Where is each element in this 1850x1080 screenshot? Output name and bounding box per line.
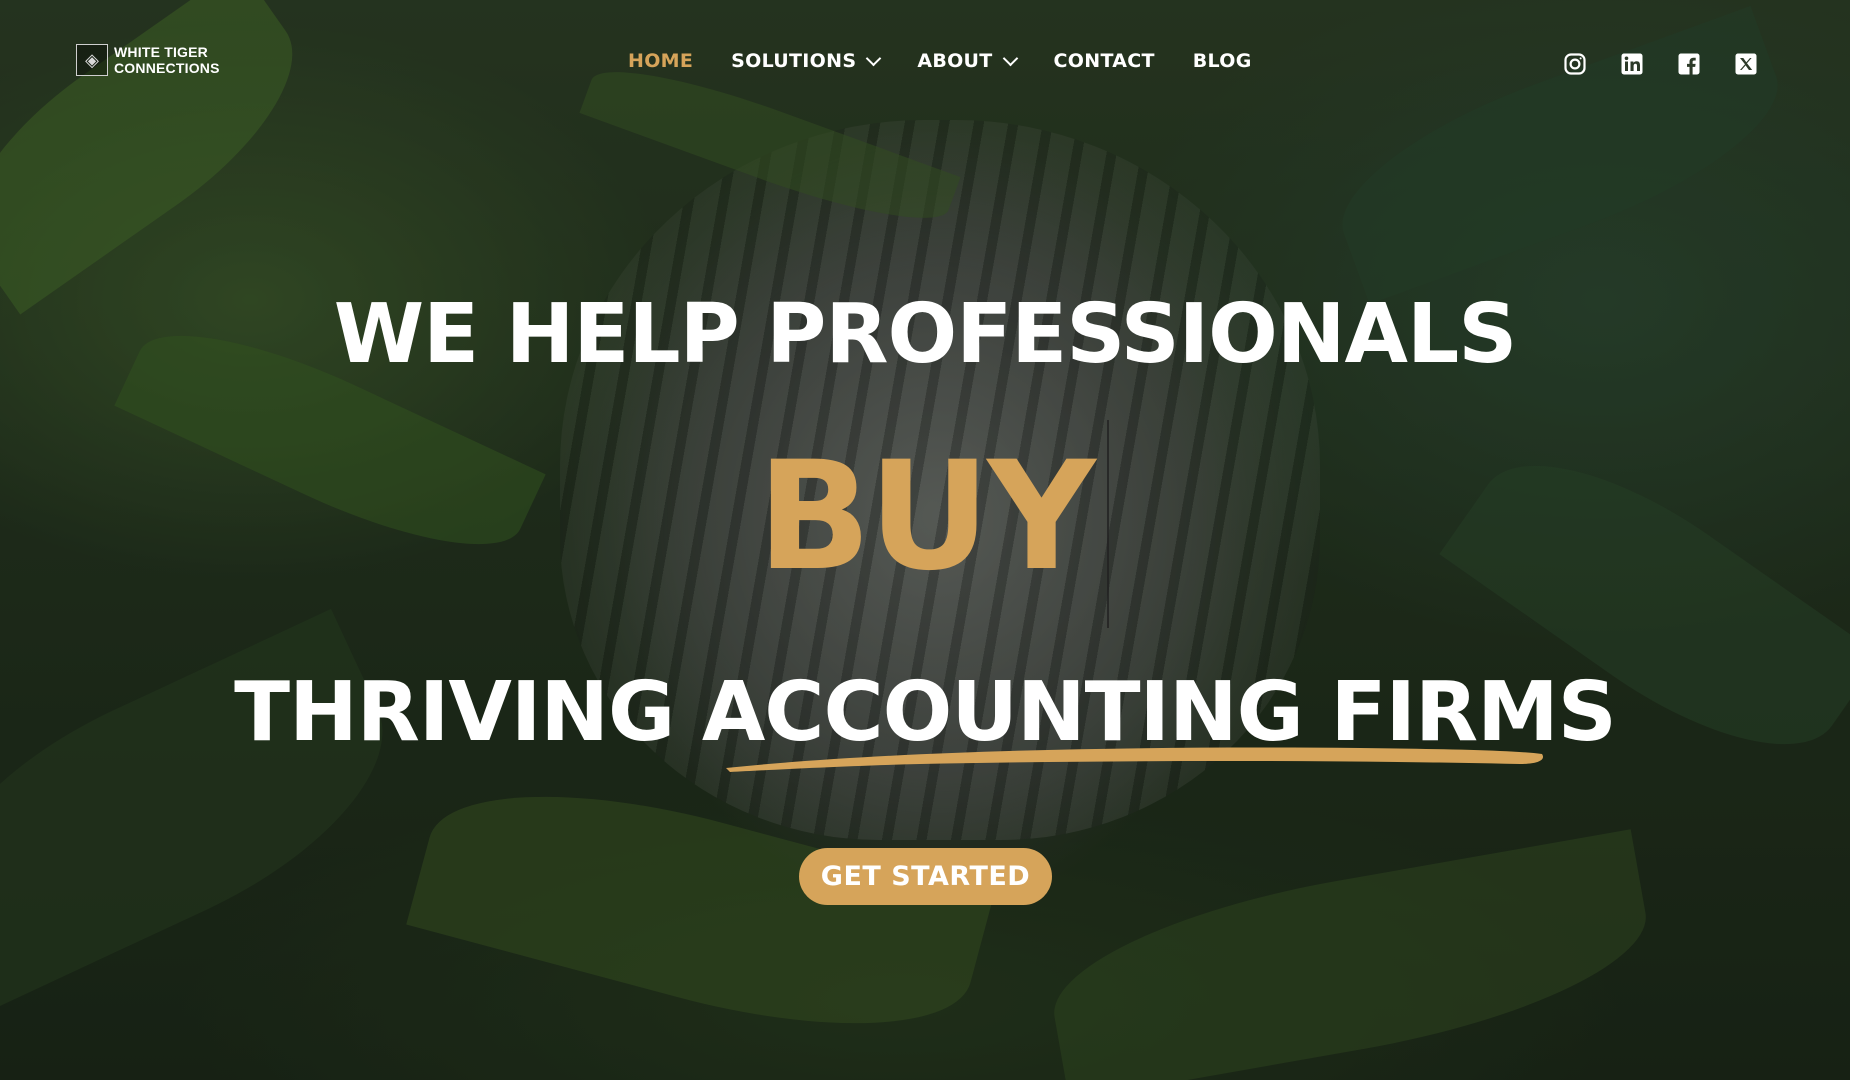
nav-item-label: HOME bbox=[628, 50, 694, 72]
site-header: ◈ WHITE TIGER CONNECTIONS HOME SOLUTIONS… bbox=[0, 0, 1850, 128]
social-links bbox=[1562, 51, 1759, 77]
nav-item-label: CONTACT bbox=[1053, 50, 1155, 72]
x-twitter-icon[interactable] bbox=[1733, 51, 1759, 77]
nav-item-label: BLOG bbox=[1192, 50, 1252, 72]
chevron-down-icon bbox=[1002, 50, 1018, 66]
tiger-logo-icon: ◈ bbox=[76, 44, 108, 76]
hero-rotating-word: BUY bbox=[757, 430, 1096, 604]
logo-text: WHITE TIGER CONNECTIONS bbox=[114, 44, 220, 76]
linkedin-icon[interactable] bbox=[1619, 51, 1645, 77]
nav-item-contact[interactable]: CONTACT bbox=[1054, 50, 1155, 72]
brush-underline-decoration bbox=[726, 747, 1544, 772]
typing-cursor bbox=[1107, 420, 1109, 628]
nav-item-home[interactable]: HOME bbox=[628, 50, 693, 72]
logo-text-line2: CONNECTIONS bbox=[114, 60, 220, 76]
instagram-icon[interactable] bbox=[1562, 51, 1588, 77]
hero-section: ◈ WHITE TIGER CONNECTIONS HOME SOLUTIONS… bbox=[0, 0, 1850, 1080]
chevron-down-icon bbox=[866, 50, 882, 66]
nav-item-about[interactable]: ABOUT bbox=[917, 50, 1018, 72]
facebook-icon[interactable] bbox=[1676, 51, 1702, 77]
get-started-button[interactable]: GET STARTED bbox=[799, 848, 1052, 905]
main-nav: HOME SOLUTIONS ABOUT CONTACT BLOG bbox=[628, 50, 1252, 72]
nav-item-blog[interactable]: BLOG bbox=[1193, 50, 1252, 72]
nav-item-label: SOLUTIONS bbox=[731, 50, 857, 72]
site-logo[interactable]: ◈ WHITE TIGER CONNECTIONS bbox=[76, 44, 220, 76]
logo-text-line1: WHITE TIGER bbox=[114, 44, 208, 60]
nav-item-label: ABOUT bbox=[917, 50, 993, 72]
hero-headline-line1: WE HELP PROFESSIONALS bbox=[333, 287, 1518, 382]
nav-item-solutions[interactable]: SOLUTIONS bbox=[731, 50, 882, 72]
